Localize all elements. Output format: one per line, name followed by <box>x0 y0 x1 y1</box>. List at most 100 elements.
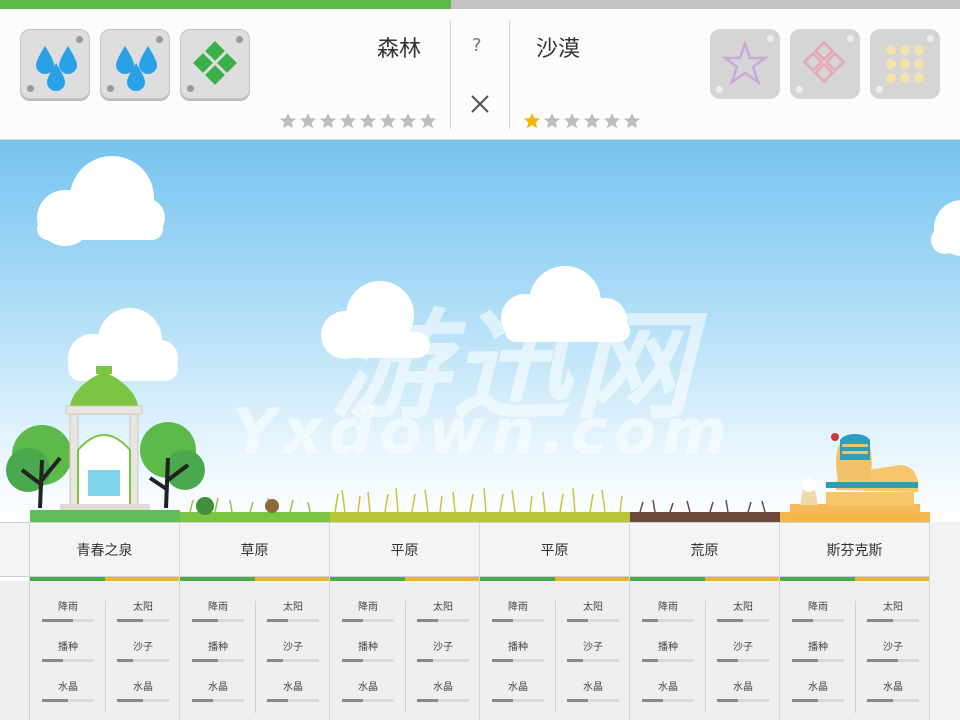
biome-name: 平原 <box>480 522 629 577</box>
cloud <box>931 200 960 256</box>
stat-sun: 太阳 <box>263 601 323 622</box>
biome-column[interactable]: 平原 降雨 太阳 播种 沙子 水晶 水晶 <box>330 522 480 720</box>
biome-column[interactable]: 草原 降雨 太阳 播种 沙子 水晶 水晶 <box>180 522 330 720</box>
stat-bar <box>342 619 394 622</box>
close-icon[interactable] <box>469 93 491 115</box>
stat-bar <box>717 699 769 702</box>
stat-bar <box>717 619 769 622</box>
stat-label: 太阳 <box>133 602 153 613</box>
stats-divider <box>705 601 706 713</box>
stat-bar <box>417 659 469 662</box>
stat-bar <box>492 619 544 622</box>
stat-bar <box>792 699 844 702</box>
stat-label: 水晶 <box>208 682 228 693</box>
stat-bar <box>267 619 319 622</box>
rain-tool-button[interactable] <box>20 29 90 99</box>
star-tool-button[interactable] <box>710 29 780 99</box>
stats-divider <box>405 601 406 713</box>
stat-bar <box>492 659 544 662</box>
biome-column[interactable]: 平原 降雨 太阳 播种 沙子 水晶 水晶 <box>480 522 630 720</box>
bush <box>196 497 214 515</box>
stat-crystal: 水晶 <box>338 681 398 702</box>
stat-sun: 太阳 <box>713 601 773 622</box>
seed-tool-button[interactable] <box>180 29 250 99</box>
stat-bar <box>867 619 919 622</box>
star-empty-icon <box>399 112 417 129</box>
stat-sun: 太阳 <box>563 601 623 622</box>
stat-bar <box>267 699 319 702</box>
stats-divider <box>855 601 856 713</box>
world-scene[interactable]: 游迅网 Yxdown.com <box>0 140 960 522</box>
stat-label: 水晶 <box>508 682 528 693</box>
stat-bar <box>42 699 94 702</box>
stat-label: 降雨 <box>358 602 378 613</box>
stat-label: 沙子 <box>283 642 303 653</box>
stat-label: 沙子 <box>883 642 903 653</box>
stat-label: 水晶 <box>733 682 753 693</box>
stat-bar <box>642 659 694 662</box>
stat-rain: 降雨 <box>188 601 248 622</box>
ground-fountain <box>30 510 180 522</box>
right-biome-name: 沙漠 <box>536 37 581 62</box>
stat-label: 水晶 <box>283 682 303 693</box>
stat-bar <box>792 619 844 622</box>
stat-label: 太阳 <box>733 602 753 613</box>
biome-stats: 降雨 太阳 播种 沙子 水晶 水晶 <box>630 581 779 720</box>
stat-rain: 降雨 <box>488 601 548 622</box>
star-empty-icon <box>563 112 581 129</box>
stat-crystal: 水晶 <box>638 681 698 702</box>
stat-bar <box>117 699 169 702</box>
cloud <box>37 156 165 246</box>
stat-label: 沙子 <box>583 642 603 653</box>
dot-grid-tool-button[interactable] <box>870 29 940 99</box>
stat-bar <box>342 659 394 662</box>
stat-label: 降雨 <box>58 602 78 613</box>
star-empty-icon <box>623 112 641 129</box>
stat-seed: 播种 <box>788 641 848 662</box>
stat-label: 水晶 <box>58 682 78 693</box>
stats-divider <box>255 601 256 713</box>
biome-stats: 降雨 太阳 播种 沙子 水晶 水晶 <box>780 581 929 720</box>
stat-bar <box>867 659 919 662</box>
biome-column[interactable]: 荒原 降雨 太阳 播种 沙子 水晶 水晶 <box>630 522 780 720</box>
stat-label: 沙子 <box>733 642 753 653</box>
stat-label: 沙子 <box>133 642 153 653</box>
biome-column[interactable]: 斯芬克斯 降雨 太阳 播种 沙子 水晶 水晶 <box>780 522 930 720</box>
stat-label: 太阳 <box>583 602 603 613</box>
rain-tool-button-2[interactable] <box>100 29 170 99</box>
stat-bar <box>792 659 844 662</box>
column-edge <box>0 522 30 720</box>
biome-stats: 降雨 太阳 播种 沙子 水晶 水晶 <box>330 581 479 720</box>
left-biome-name: 森林 <box>377 37 422 62</box>
pink-diamond-tool-button[interactable] <box>790 29 860 99</box>
star-empty-icon <box>279 112 297 129</box>
stat-bar <box>42 659 94 662</box>
biome-name: 荒原 <box>630 522 779 577</box>
stat-bar <box>567 659 619 662</box>
stat-bar <box>192 619 244 622</box>
stat-label: 播种 <box>58 642 78 653</box>
star-empty-icon <box>299 112 317 129</box>
stat-label: 沙子 <box>433 642 453 653</box>
two-drops-icon <box>116 46 157 91</box>
stat-label: 太阳 <box>283 602 303 613</box>
stat-sun: 太阳 <box>113 601 173 622</box>
stat-label: 水晶 <box>658 682 678 693</box>
stat-label: 播种 <box>358 642 378 653</box>
stat-label: 水晶 <box>358 682 378 693</box>
dot-grid-icon <box>886 45 924 83</box>
biome-column[interactable]: 青春之泉 降雨 太阳 播种 沙子 水晶 水晶 <box>30 522 180 720</box>
star-filled-icon <box>523 112 541 129</box>
stat-bar <box>192 659 244 662</box>
tree <box>140 422 205 509</box>
stat-bar <box>642 619 694 622</box>
stat-crystal: 水晶 <box>38 681 98 702</box>
dry-grass <box>639 499 766 513</box>
stat-sand: 沙子 <box>563 641 623 662</box>
tree <box>6 425 72 509</box>
bush <box>265 499 279 513</box>
star-empty-icon <box>543 112 561 129</box>
stat-label: 播种 <box>658 642 678 653</box>
help-button[interactable]: ? <box>472 35 482 56</box>
stat-label: 水晶 <box>433 682 453 693</box>
